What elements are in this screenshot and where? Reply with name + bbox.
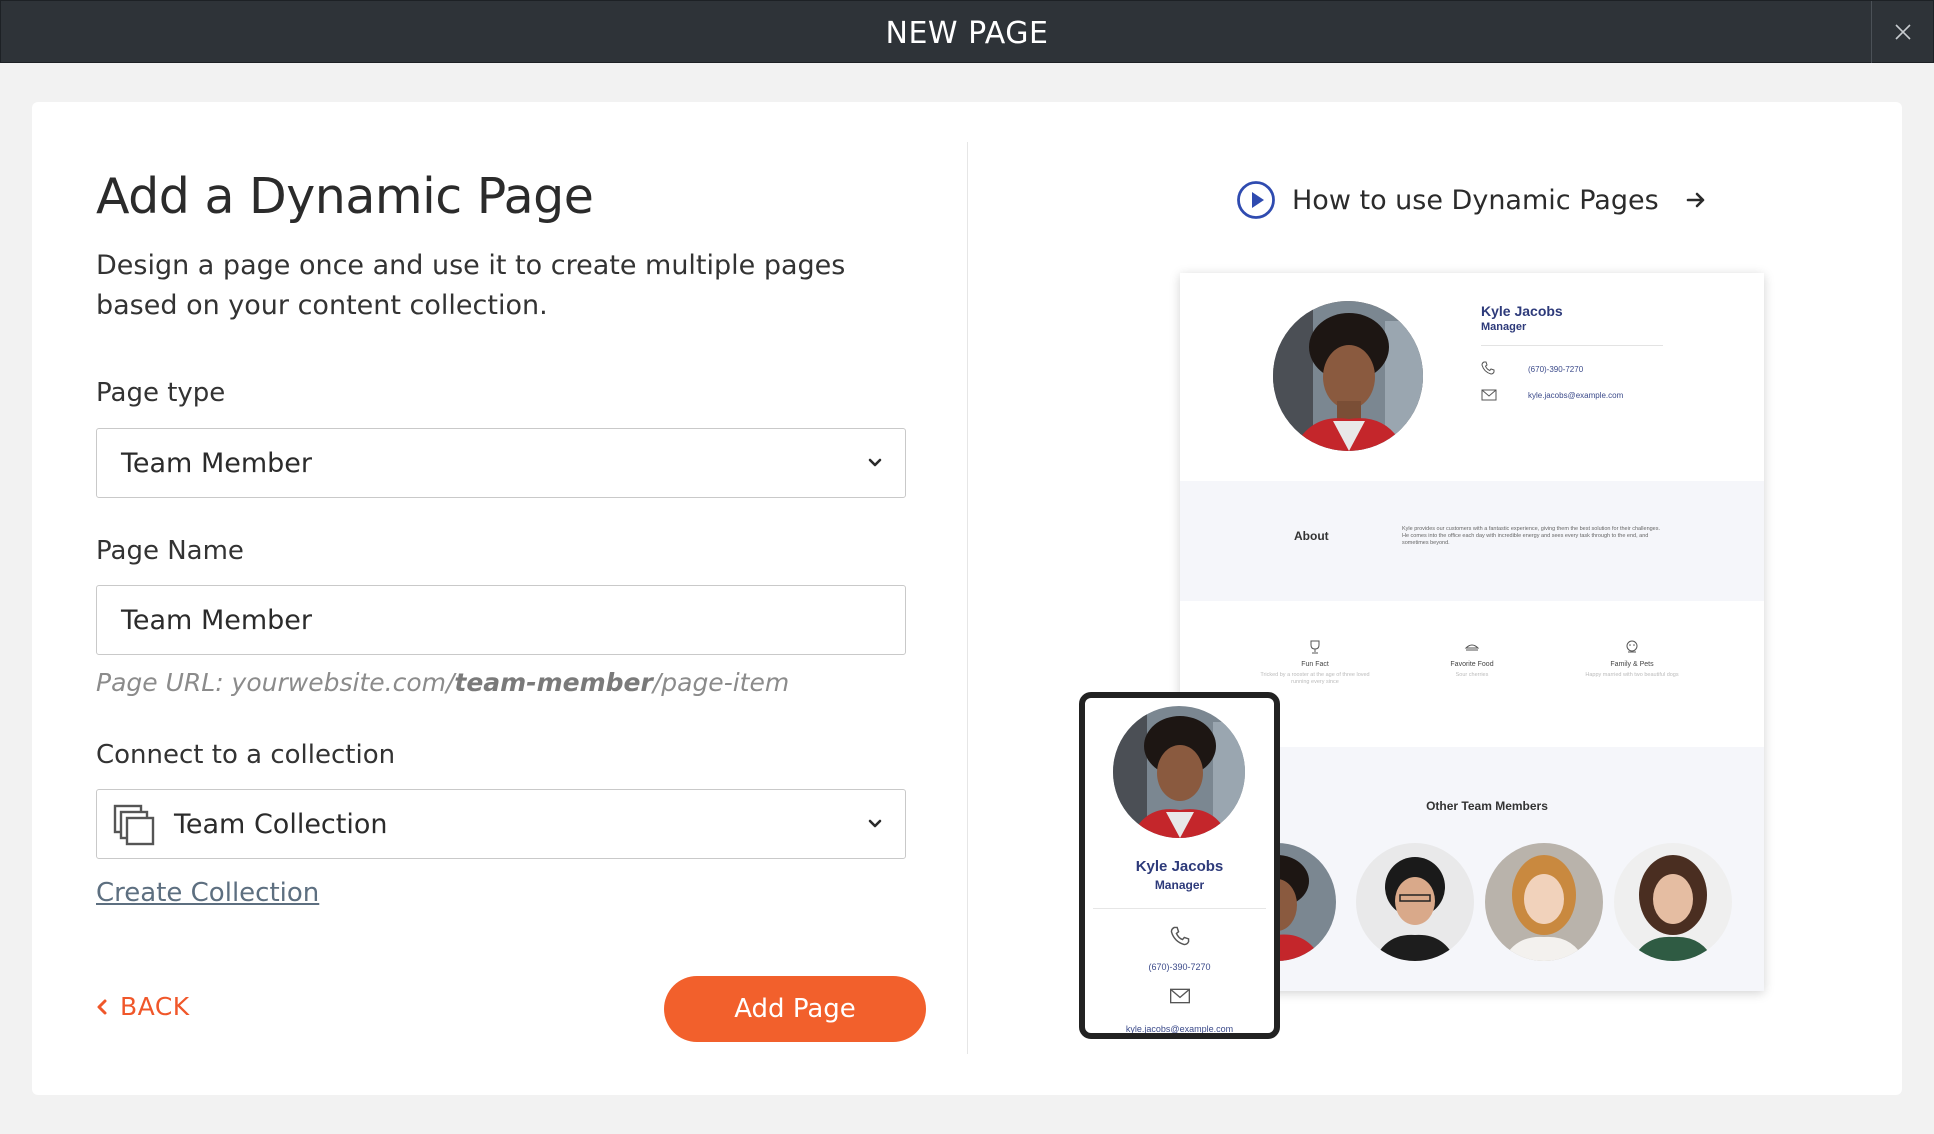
avatar — [1273, 301, 1423, 451]
column-divider — [967, 142, 968, 1054]
avatar — [1113, 706, 1245, 838]
mobile-role: Manager — [1154, 878, 1205, 892]
mobile-name: Kyle Jacobs — [1135, 858, 1224, 875]
collection-select[interactable]: Team Collection — [96, 789, 906, 859]
fact-item: Family & Pets Happy married with two bea… — [1572, 639, 1692, 679]
fact-item: Fun Fact Tricked by a rooster at the age… — [1255, 639, 1375, 686]
phone-icon — [1481, 361, 1495, 375]
close-button[interactable] — [1871, 1, 1933, 63]
food-icon — [1464, 644, 1480, 651]
page-name-label: Page Name — [96, 536, 244, 566]
page-name-input[interactable]: Team Member — [96, 585, 906, 655]
back-button[interactable]: BACK — [96, 992, 190, 1021]
create-collection-link[interactable]: Create Collection — [96, 878, 319, 908]
avatar — [1614, 843, 1732, 961]
preview-about-text: Kyle provides our customers with a fanta… — [1402, 526, 1661, 546]
mobile-phone: (670)-390-7270 — [1148, 962, 1211, 972]
page-type-label: Page type — [96, 378, 226, 408]
page-url-hint: Page URL: yourwebsite.com/team-member/pa… — [96, 668, 790, 697]
mail-icon — [1170, 988, 1190, 1004]
mail-icon — [1481, 389, 1497, 401]
chevron-down-icon — [868, 819, 882, 828]
url-slug: team-member — [454, 668, 653, 697]
close-icon — [1894, 24, 1911, 40]
preview-name: Kyle Jacobs — [1481, 303, 1563, 319]
play-icon — [1237, 181, 1275, 219]
arrow-right-icon — [1686, 192, 1704, 208]
page-type-value: Team Member — [121, 448, 313, 479]
collection-icon — [113, 804, 155, 846]
how-to-text: How to use Dynamic Pages — [1292, 184, 1659, 216]
page-description: Design a page once and use it to create … — [96, 250, 846, 321]
phone-icon — [1170, 926, 1190, 946]
page-type-select[interactable]: Team Member — [96, 428, 906, 498]
preview-about-title: About — [1294, 529, 1329, 543]
mobile-divider — [1093, 908, 1266, 909]
avatar — [1485, 843, 1603, 961]
modal-header: NEW PAGE — [0, 0, 1934, 63]
how-to-link[interactable]: How to use Dynamic Pages — [1236, 180, 1707, 220]
avatar — [1356, 843, 1474, 961]
trophy-icon — [1310, 640, 1320, 654]
collection-value: Team Collection — [174, 809, 388, 840]
chevron-left-icon — [97, 999, 107, 1014]
mobile-preview: Kyle Jacobs Manager (670)-390-7270 kyle.… — [1079, 692, 1280, 1039]
preview-divider — [1481, 345, 1663, 346]
collection-label: Connect to a collection — [96, 740, 396, 770]
chevron-down-icon — [868, 458, 882, 467]
preview-phone: (670)-390-7270 — [1528, 365, 1584, 374]
fact-item: Favorite Food Sour cherries — [1412, 639, 1532, 679]
mobile-email: kyle.jacobs@example.com — [1125, 1024, 1234, 1034]
add-page-button[interactable]: Add Page — [664, 976, 926, 1042]
modal-title: NEW PAGE — [885, 16, 1049, 51]
page-name-value: Team Member — [121, 605, 313, 636]
back-label: BACK — [120, 992, 190, 1021]
pet-icon — [1626, 640, 1638, 653]
preview-about: About Kyle provides our customers with a… — [1180, 481, 1764, 601]
preview-email: kyle.jacobs@example.com — [1528, 391, 1624, 400]
preview-header: Kyle Jacobs Manager (670)-390-7270 kyle.… — [1180, 273, 1764, 481]
page-title: Add a Dynamic Page — [96, 168, 594, 225]
preview-role: Manager — [1481, 321, 1527, 333]
